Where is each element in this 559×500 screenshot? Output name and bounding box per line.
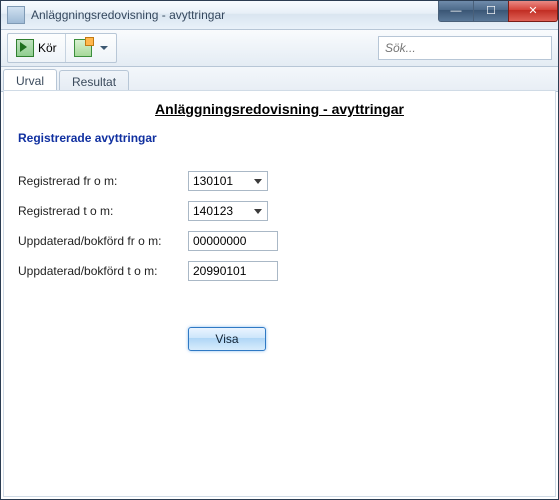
app-window: Anläggningsredovisning - avyttringar — ☐… [0,0,559,500]
maximize-button[interactable]: ☐ [473,1,509,22]
toolbar: Kör [1,30,558,67]
combo-registrerad-from[interactable]: 130101 [188,171,268,191]
tab-strip: Urval Resultat [1,67,558,92]
chevron-down-icon [250,204,265,218]
app-icon [7,6,25,24]
combo-registrerad-to[interactable]: 140123 [188,201,268,221]
minimize-icon: — [451,6,462,17]
chevron-down-icon [100,46,108,50]
window-title: Anläggningsredovisning - avyttringar [31,8,225,22]
run-icon [16,39,34,57]
combo-registrerad-from-value: 130101 [193,174,233,188]
label-registrerad-to: Registrerad t o m: [18,204,188,218]
content-panel: Anläggningsredovisning - avyttringar Reg… [3,90,556,497]
close-button[interactable]: ✕ [508,1,558,22]
page-title: Anläggningsredovisning - avyttringar [18,101,541,117]
search-input[interactable] [378,36,552,60]
section-title: Registrerade avyttringar [18,131,541,145]
label-uppdaterad-to: Uppdaterad/bokförd t o m: [18,264,188,278]
chevron-down-icon [250,174,265,188]
run-button-label: Kör [38,41,57,55]
titlebar: Anläggningsredovisning - avyttringar — ☐… [1,1,558,30]
label-uppdaterad-from: Uppdaterad/bokförd fr o m: [18,234,188,248]
action-row: Visa [18,327,541,351]
row-uppdaterad-to: Uppdaterad/bokförd t o m: [18,261,541,281]
tab-urval[interactable]: Urval [3,69,57,92]
minimize-button[interactable]: — [438,1,474,22]
close-icon: ✕ [528,6,537,17]
export-button[interactable] [66,34,116,62]
input-uppdaterad-from[interactable] [188,231,278,251]
maximize-icon: ☐ [486,6,496,17]
tab-resultat[interactable]: Resultat [59,70,129,92]
export-excel-icon [74,39,92,57]
toolbar-group: Kör [7,33,117,63]
visa-button[interactable]: Visa [188,327,266,351]
label-registrerad-from: Registrerad fr o m: [18,174,188,188]
combo-registrerad-to-value: 140123 [193,204,233,218]
window-controls: — ☐ ✕ [439,1,558,22]
row-registrerad-from: Registrerad fr o m: 130101 [18,171,541,191]
row-registrerad-to: Registrerad t o m: 140123 [18,201,541,221]
run-button[interactable]: Kör [8,34,65,62]
row-uppdaterad-from: Uppdaterad/bokförd fr o m: [18,231,541,251]
input-uppdaterad-to[interactable] [188,261,278,281]
